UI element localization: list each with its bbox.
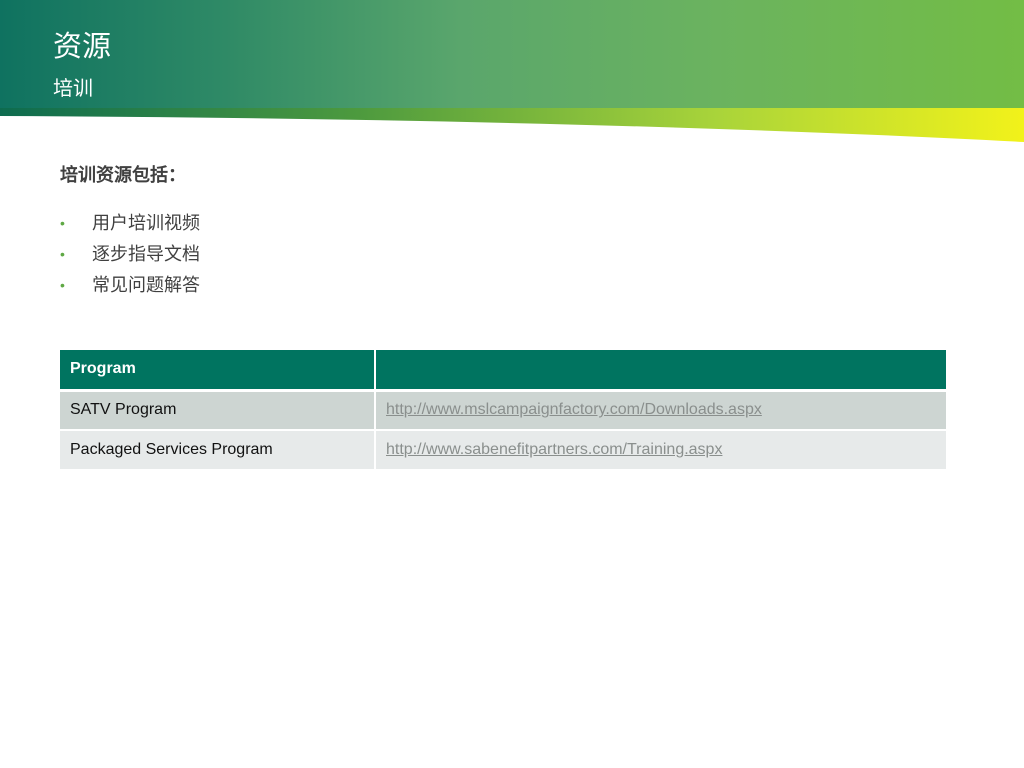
link-cell: http://www.sabenefitpartners.com/Trainin…: [375, 430, 948, 471]
resources-table: Program SATV Program http://www.mslcampa…: [60, 350, 948, 471]
program-cell: SATV Program: [60, 390, 376, 431]
header-swoosh: [0, 108, 1024, 142]
page-title: 资源: [53, 31, 112, 63]
page-subtitle: 培训: [53, 78, 93, 100]
list-item: • 用户培训视频: [60, 212, 200, 243]
list-item-label: 常见问题解答: [92, 275, 200, 295]
intro-text: 培训资源包括：: [60, 165, 186, 185]
list-item: • 逐步指导文档: [60, 243, 200, 274]
link-cell: http://www.mslcampaignfactory.com/Downlo…: [375, 390, 948, 431]
bullet-icon: •: [60, 246, 65, 262]
column-header-link: [375, 350, 948, 392]
program-cell: Packaged Services Program: [60, 430, 376, 471]
table-row: Packaged Services Program http://www.sab…: [60, 430, 948, 471]
table-header-row: Program: [60, 350, 948, 392]
table-row: SATV Program http://www.mslcampaignfacto…: [60, 390, 948, 431]
resource-link[interactable]: http://www.mslcampaignfactory.com/Downlo…: [386, 401, 762, 418]
list-item-label: 用户培训视频: [92, 213, 200, 233]
bullet-icon: •: [60, 215, 65, 231]
column-header-program: Program: [60, 350, 376, 392]
list-item: • 常见问题解答: [60, 274, 200, 305]
bullet-icon: •: [60, 277, 65, 293]
list-item-label: 逐步指导文档: [92, 244, 200, 264]
resource-link[interactable]: http://www.sabenefitpartners.com/Trainin…: [386, 441, 722, 458]
bullet-list: • 用户培训视频 • 逐步指导文档 • 常见问题解答: [60, 212, 200, 305]
